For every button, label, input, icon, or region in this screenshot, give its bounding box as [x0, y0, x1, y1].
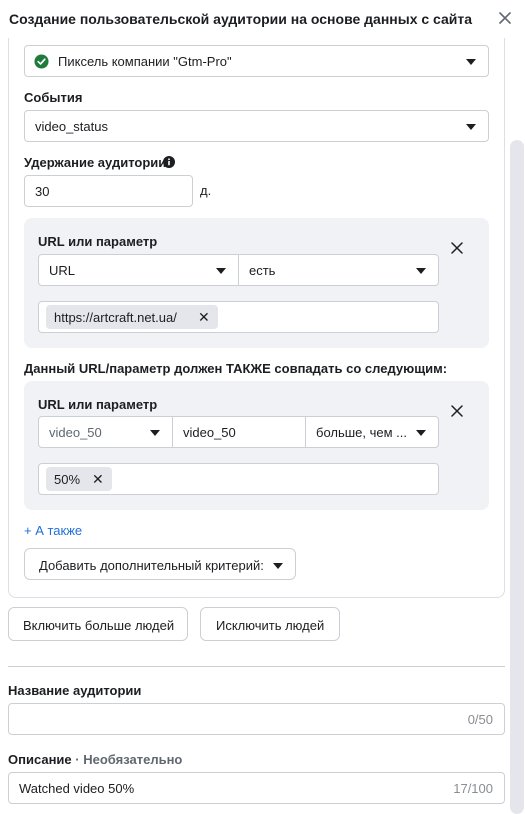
rule-2-operator-value: больше, чем ...	[316, 425, 408, 440]
divider	[8, 666, 505, 667]
description-label: Описание · Необязательно	[8, 752, 182, 767]
rule-1-field-value: URL	[49, 263, 76, 278]
source-select[interactable]: Пиксель компании "Gtm-Pro"	[24, 45, 489, 77]
add-criteria-label: Добавить дополнительный критерий:	[39, 558, 264, 573]
chevron-down-icon	[416, 268, 426, 274]
close-icon[interactable]	[449, 240, 465, 256]
chip-remove-icon[interactable]: ✕	[198, 309, 210, 325]
chip-label: 50%	[54, 472, 81, 487]
retention-input[interactable]: 30	[24, 175, 193, 207]
description-label-text: Описание	[8, 752, 72, 767]
value-chip: 50% ✕	[46, 467, 112, 491]
retention-input-value: 30	[35, 184, 50, 199]
rule-1-operator-value: есть	[249, 263, 276, 278]
description-input[interactable]: Watched video 50% 17/100	[8, 772, 505, 804]
check-circle-icon	[34, 54, 49, 69]
audience-name-input[interactable]: 0/50	[8, 703, 505, 735]
close-icon[interactable]	[495, 8, 515, 28]
retention-unit: д.	[200, 183, 212, 198]
chevron-down-icon	[466, 59, 476, 65]
chevron-down-icon	[273, 563, 283, 569]
dialog-header: Создание пользовательской аудитории на о…	[0, 0, 525, 40]
retention-label: Удержание аудитории	[24, 155, 167, 170]
include-more-label: Включить больше людей	[23, 618, 175, 633]
chevron-down-icon	[466, 124, 476, 130]
rule-2-value-input[interactable]: video_50	[172, 416, 306, 448]
audience-name-counter: 0/50	[467, 712, 493, 727]
rule-2-param-value: video_50	[49, 425, 102, 440]
rule-1-label: URL или параметр	[38, 234, 158, 249]
rule-2-label: URL или параметр	[38, 397, 158, 412]
chevron-down-icon	[416, 430, 426, 436]
rule-2-values-input[interactable]: 50% ✕	[38, 463, 439, 495]
include-more-people-button[interactable]: Включить больше людей	[8, 607, 188, 641]
rule-2-param-select[interactable]: video_50	[38, 416, 173, 448]
events-select[interactable]: video_status	[24, 110, 489, 142]
optional-hint: · Необязательно	[71, 752, 183, 767]
info-icon[interactable]	[163, 156, 175, 168]
exclude-label: Исключить людей	[216, 618, 325, 633]
exclude-people-button[interactable]: Исключить людей	[200, 607, 340, 641]
dialog-title: Создание пользовательской аудитории на о…	[9, 11, 473, 27]
rule-2-operator-select[interactable]: больше, чем ...	[305, 416, 439, 448]
add-also-link[interactable]: + А также	[24, 523, 82, 538]
rule-1-values-input[interactable]: https://artcraft.net.ua/ ✕	[38, 301, 439, 333]
events-select-value: video_status	[35, 119, 108, 134]
source-select-value: Пиксель компании "Gtm-Pro"	[58, 54, 232, 69]
add-criteria-button[interactable]: Добавить дополнительный критерий:	[24, 548, 296, 580]
description-counter: 17/100	[453, 781, 493, 796]
chevron-down-icon	[150, 430, 160, 436]
description-value: Watched video 50%	[19, 781, 135, 796]
audience-name-label: Название аудитории	[8, 683, 142, 698]
chip-label: https://artcraft.net.ua/	[54, 310, 177, 325]
scrollbar-thumb[interactable]	[510, 140, 524, 814]
chevron-down-icon	[216, 268, 226, 274]
value-chip: https://artcraft.net.ua/ ✕	[46, 305, 218, 329]
rule-1-operator-select[interactable]: есть	[238, 254, 439, 286]
also-match-label: Данный URL/параметр должен ТАКЖЕ совпада…	[24, 361, 448, 376]
close-icon[interactable]	[449, 403, 465, 419]
events-label: События	[24, 90, 83, 105]
rule-2-value-text: video_50	[183, 425, 236, 440]
chip-remove-icon[interactable]: ✕	[92, 471, 104, 487]
rule-1-field-select[interactable]: URL	[38, 254, 239, 286]
